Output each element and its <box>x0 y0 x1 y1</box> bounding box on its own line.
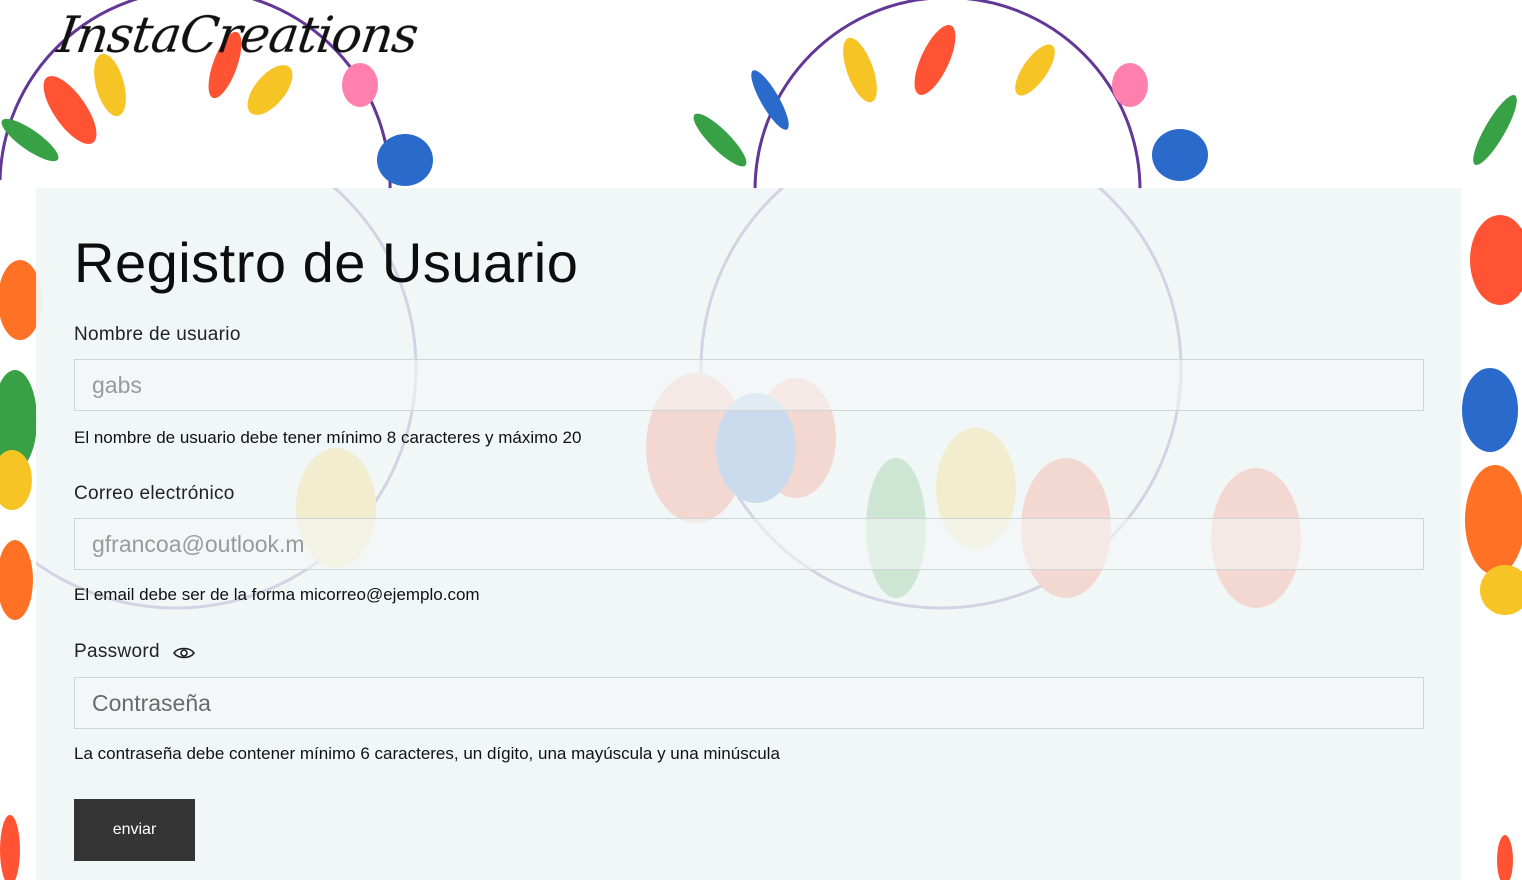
password-input[interactable]: Contraseña <box>74 677 1424 729</box>
page-title: Registro de Usuario <box>74 231 579 294</box>
password-help-text: La contraseña debe contener mínimo 6 car… <box>74 744 780 763</box>
password-label: Password <box>74 641 160 662</box>
email-label: Correo electrónico <box>74 483 235 504</box>
email-input[interactable]: gfrancoa@outlook.m <box>74 518 1424 570</box>
username-input[interactable]: gabs <box>74 359 1424 411</box>
password-placeholder: Contraseña <box>92 689 211 716</box>
username-value: gabs <box>92 371 142 398</box>
email-help-text: El email debe ser de la forma micorreo@e… <box>74 585 480 604</box>
brand-logo[interactable]: InstaCreations <box>54 6 421 64</box>
registration-form-panel: Registro de Usuario Nombre de usuario ga… <box>36 188 1461 880</box>
email-value: gfrancoa@outlook.m <box>92 530 305 557</box>
eye-icon[interactable] <box>173 646 195 660</box>
username-help-text: El nombre de usuario debe tener mínimo 8… <box>74 428 582 447</box>
username-label: Nombre de usuario <box>74 324 241 345</box>
submit-button[interactable]: enviar <box>74 799 195 861</box>
